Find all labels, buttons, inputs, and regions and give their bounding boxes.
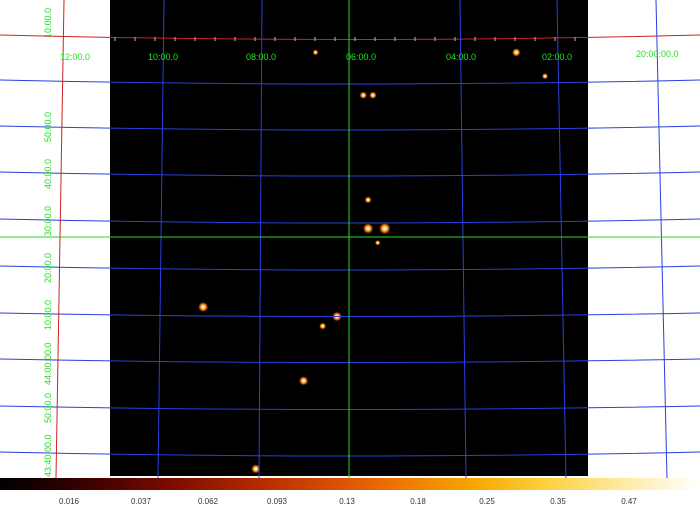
dec-grid-line [0, 171, 700, 177]
dec-label: 10:00.0 [43, 8, 53, 38]
colorbar-tick-label: 0.093 [266, 497, 288, 506]
point-source [298, 376, 309, 386]
point-source [319, 322, 327, 330]
dec-label: 40:00.0 [43, 159, 53, 189]
colorbar-panel: 0.016 0.037 0.062 0.093 0.13 0.18 0.25 0… [0, 478, 700, 514]
ra-label: 10:00.0 [148, 52, 178, 62]
ra-grid-line [459, 0, 467, 478]
ra-label: 20:00:00.0 [636, 49, 679, 59]
colorbar-tick-label: 0.25 [479, 497, 495, 506]
point-source [374, 240, 381, 246]
colorbar[interactable] [0, 478, 700, 490]
point-source [312, 49, 319, 56]
dec-label: 30:00.0 [43, 206, 53, 236]
image-viewer[interactable]: 12:00.0 10:00.0 08:00.0 06:00.0 04:00.0 … [0, 0, 700, 478]
ra-grid-line [157, 0, 165, 478]
ra-grid-line [258, 0, 263, 478]
coordinate-grid-overlay: 12:00.0 10:00.0 08:00.0 06:00.0 04:00.0 … [0, 0, 700, 478]
ra-label: 04:00.0 [446, 52, 476, 62]
ra-label: 12:00.0 [60, 52, 90, 62]
coordinate-grid [0, 0, 700, 478]
dec-label: 20:00.0 [43, 253, 53, 283]
dec-grid-line [0, 312, 700, 317]
point-source [198, 301, 209, 313]
dec-grid-line [0, 405, 700, 410]
point-source [364, 196, 372, 204]
ra-grid-line [55, 0, 65, 478]
colorbar-tick-label: 0.037 [130, 497, 152, 506]
ra-grid-line [556, 0, 567, 478]
dec-grid-line [0, 451, 700, 457]
dec-label: 50:00.0 [43, 393, 53, 423]
dec-grid-line [0, 79, 700, 85]
ra-label: 02:00.0 [542, 52, 572, 62]
colorbar-tick-label: 0.35 [550, 497, 566, 506]
point-source [362, 223, 374, 234]
dec-label: 44:00:00.0 [43, 342, 53, 385]
dec-grid-line [0, 125, 700, 131]
point-source [378, 222, 391, 235]
point-source [541, 73, 549, 80]
dec-label: 43:40:00.0 [43, 434, 53, 477]
colorbar-tick-label: 0.062 [197, 497, 219, 506]
ra-label: 08:00.0 [246, 52, 276, 62]
dec-label: 50:00.0 [43, 112, 53, 142]
colorbar-tick-label: 0.18 [410, 497, 426, 506]
colorbar-tick-label: 0.016 [58, 497, 80, 506]
dec-label: 10:00.0 [43, 300, 53, 330]
dec-grid-line [0, 34, 700, 40]
ra-label: 06:00.0 [346, 52, 376, 62]
dec-grid-line [0, 358, 700, 363]
colorbar-tick-label: 0.13 [339, 497, 355, 506]
point-source [369, 91, 377, 99]
dec-axis-labels: 10:00.0 50:00.0 40:00.0 30:00.0 20:00.0 … [43, 8, 53, 477]
dec-grid-line [0, 218, 700, 224]
ra-axis-labels: 12:00.0 10:00.0 08:00.0 06:00.0 04:00.0 … [60, 49, 679, 62]
point-source [359, 91, 368, 99]
dec-grid-line [0, 265, 700, 271]
colorbar-tick-label: 0.47 [621, 497, 637, 506]
point-source [511, 48, 521, 57]
